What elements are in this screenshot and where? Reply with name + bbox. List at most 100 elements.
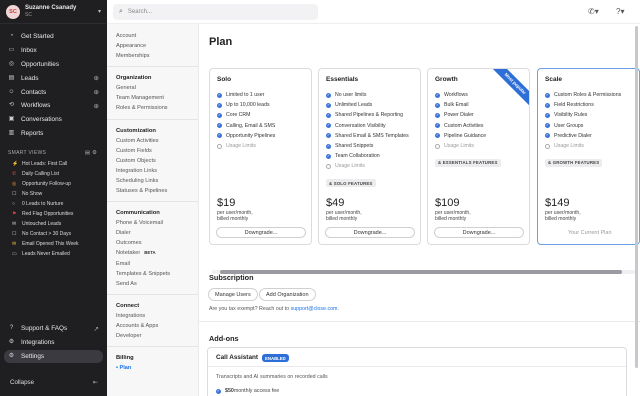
smart-view-label: Hot Leads: First Call (22, 161, 68, 168)
divider (208, 366, 626, 367)
settings-item-dialer[interactable]: Dialer (116, 228, 198, 238)
feature-label: Core CRM (226, 112, 251, 119)
settings-item-integration-links[interactable]: Integration Links (116, 166, 198, 176)
search-input[interactable]: ⌕ Search... (113, 4, 318, 20)
settings-item-accounts-apps[interactable]: Accounts & Apps (116, 321, 198, 331)
smart-views-header: SMART VIEWS ▤⚙ (0, 147, 107, 159)
nav-label: Inbox (21, 47, 37, 55)
feature-item: ✓ User Groups (545, 121, 639, 131)
downgrade-button[interactable]: Downgrade... (325, 227, 415, 238)
user-menu[interactable]: SC Suzanne Csanady SC ▾ (0, 0, 107, 24)
smart-view-item[interactable]: ☐ No Show (0, 189, 107, 199)
settings-item-roles-permissions[interactable]: Roles & Permissions (116, 103, 198, 113)
manage-users-button[interactable]: Manage Users (208, 288, 258, 301)
settings-item-label: Integrations (116, 312, 146, 319)
status-badge: ENABLED (262, 354, 289, 362)
settings-item-label: Templates & Snippets (116, 270, 171, 277)
settings-item-integrations[interactable]: Integrations (116, 311, 198, 321)
downgrade-button[interactable]: Downgrade... (434, 227, 524, 238)
add-icon[interactable]: ⊕ (94, 88, 99, 96)
smart-view-label: Untouched Leads (22, 221, 62, 228)
settings-item-label: Roles & Permissions (116, 105, 168, 112)
nav-item-support-faqs[interactable]: ? Support & FAQs ↗ (0, 322, 107, 336)
feature-label: Shared Pipelines & Reporting (335, 112, 404, 119)
settings-item-custom-fields[interactable]: Custom Fields (116, 146, 198, 156)
check-icon: ✓ (545, 102, 550, 108)
nav-item-inbox[interactable]: ▭ Inbox (0, 44, 107, 58)
settings-item-plan[interactable]: • Plan (116, 363, 198, 373)
smart-view-item[interactable]: ⚡ Hot Leads: First Call (0, 159, 107, 169)
divider (199, 321, 640, 322)
smart-view-label: 0 Leads to Nurture (22, 201, 64, 208)
nav-item-reports[interactable]: ▥ Reports (0, 127, 107, 141)
settings-item-label: Developer (116, 332, 142, 339)
check-icon: ✓ (217, 133, 222, 139)
usage-limits-item[interactable]: Usage Limits (435, 141, 529, 151)
nav-item-get-started[interactable]: ◔ Get Started (0, 30, 107, 44)
feature-label: Usage Limits (554, 142, 584, 149)
nav-item-contacts[interactable]: ☺ Contacts ⊕ (0, 85, 107, 99)
usage-limits-item[interactable]: Usage Limits (545, 141, 639, 151)
feature-item: ✓ Up to 10,000 leads (217, 100, 311, 110)
settings-item-memberships[interactable]: Memberships (116, 51, 198, 61)
addon-description: Transcripts and AI summaries on recorded… (216, 374, 328, 380)
external-link-icon: ↗ (93, 325, 99, 333)
add-icon[interactable]: ⊕ (94, 74, 99, 82)
feature-item: ✓ Conversation Visibility (326, 121, 420, 131)
support-email-link[interactable]: support@close.com (291, 306, 338, 312)
settings-item-phone-voicemail[interactable]: Phone & Voicemail (116, 218, 198, 228)
check-icon: ✓ (435, 112, 440, 118)
settings-item-templates-snippets[interactable]: Templates & Snippets (116, 269, 198, 279)
smart-view-item[interactable]: ✉ Email Opened This Week (0, 239, 107, 249)
smart-views-controls[interactable]: ▤⚙ (85, 150, 99, 156)
chevron-down-icon[interactable]: ▾ (98, 8, 101, 15)
settings-item-account[interactable]: Account (116, 31, 198, 41)
check-icon: ✓ (545, 123, 550, 129)
add-organization-button[interactable]: Add Organization (259, 288, 316, 301)
nav-item-conversations[interactable]: ▣ Conversations (0, 113, 107, 127)
add-icon[interactable]: ⊕ (94, 102, 99, 110)
phone-icon[interactable]: ✆▾ (588, 7, 599, 16)
nav-item-settings[interactable]: ⚙ Settings (4, 349, 103, 364)
nav-item-opportunities[interactable]: ◎ Opportunities (0, 58, 107, 72)
collapse-icon: ⇤ (92, 379, 98, 386)
settings-item-appearance[interactable]: Appearance (116, 41, 198, 51)
nav-item-workflows[interactable]: ⟲ Workflows ⊕ (0, 99, 107, 113)
settings-item-send-as[interactable]: Send As (116, 279, 198, 289)
scrollbar-thumb[interactable] (220, 270, 622, 274)
downgrade-button[interactable]: Downgrade... (216, 227, 306, 238)
horizontal-scrollbar[interactable] (212, 270, 637, 274)
settings-item-statuses-pipelines[interactable]: Statuses & Pipelines (116, 186, 198, 196)
settings-item-developer[interactable]: Developer (116, 331, 198, 341)
vertical-scrollbar[interactable] (635, 26, 638, 368)
smart-view-item[interactable]: ☐ No Contact > 30 Days (0, 229, 107, 239)
settings-item-scheduling-links[interactable]: Scheduling Links (116, 176, 198, 186)
smart-view-item[interactable]: ⚑ Red Flag Opportunities (0, 209, 107, 219)
settings-item-general[interactable]: General (116, 83, 198, 93)
nav-item-leads[interactable]: ▤ Leads ⊕ (0, 71, 107, 85)
usage-limits-item[interactable]: Usage Limits (217, 141, 311, 151)
settings-group: Connect Integrations Accounts & Apps Develo… (107, 303, 198, 341)
smart-view-item[interactable]: ✉ Untouched Leads (0, 219, 107, 229)
settings-item-outcomes[interactable]: Outcomes (116, 238, 198, 248)
nav-item-integrations[interactable]: ⚙ Integrations (0, 336, 107, 350)
smart-view-item[interactable]: ◎ Opportunity Follow-up (0, 179, 107, 189)
settings-item-team-management[interactable]: Team Management (116, 93, 198, 103)
smart-view-item[interactable]: ▭ Leads Never Emailed (0, 249, 107, 259)
check-icon: ✓ (435, 92, 440, 98)
smart-view-icon: ⚑ (12, 211, 17, 218)
smart-view-item[interactable]: ○ 0 Leads to Nurture (0, 199, 107, 209)
settings-item-email[interactable]: Email (116, 259, 198, 269)
plan-cards: Solo ✓ Limited to 1 user ✓ Up to 10,000 lead… (209, 67, 640, 272)
settings-item-notetaker[interactable]: Notetaker BETA (116, 248, 198, 258)
usage-limits-item[interactable]: Usage Limits (326, 161, 420, 171)
help-icon[interactable]: ?▾ (616, 7, 624, 16)
settings-item-label: Account (116, 33, 137, 39)
settings-item-label: Memberships (116, 53, 150, 60)
settings-item-custom-activities[interactable]: Custom Activities (116, 136, 198, 146)
nav-label: Get Started (21, 33, 54, 41)
settings-item-custom-objects[interactable]: Custom Objects (116, 156, 198, 166)
feature-label: Usage Limits (226, 142, 256, 149)
smart-view-item[interactable]: ✆ Daily Calling List (0, 169, 107, 179)
collapse-button[interactable]: Collapse ⇤ (10, 379, 98, 386)
